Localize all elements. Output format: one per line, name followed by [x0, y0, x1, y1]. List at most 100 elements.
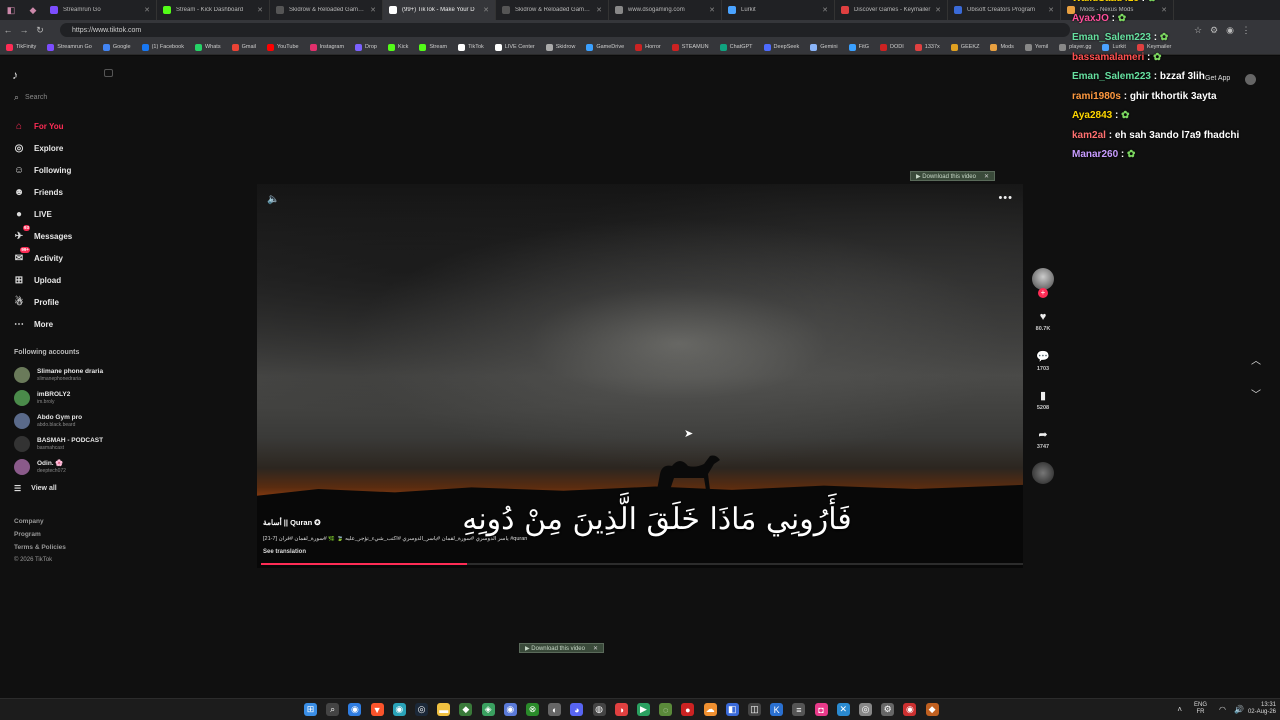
bookmark-item[interactable]: Mods: [990, 43, 1014, 51]
tab-close-icon[interactable]: ✕: [709, 6, 715, 14]
tiktok-logo-icon[interactable]: ♪: [12, 68, 18, 82]
bookmark-item[interactable]: FitG: [848, 43, 869, 51]
url-field[interactable]: https://www.tiktok.com: [60, 23, 1070, 37]
window-menu-icon[interactable]: ◧: [4, 3, 18, 17]
sidebar-item-messages[interactable]: ✈ 93 Messages: [12, 225, 72, 243]
video-player[interactable]: فَأَرُونِي مَاذَا خَلَقَ الَّذِينَ مِنْ …: [257, 184, 1023, 568]
bookmark-item[interactable]: Skidrow: [545, 43, 575, 51]
app-icon[interactable]: ●: [681, 703, 695, 716]
edge-browser-icon[interactable]: ◉: [348, 703, 362, 716]
app-icon[interactable]: ◉: [503, 703, 517, 716]
tab-close-icon[interactable]: ✕: [144, 6, 150, 14]
clock[interactable]: 13:31 02-Aug-26: [1248, 702, 1276, 716]
app-icon[interactable]: ☁: [703, 703, 717, 716]
browser-tab[interactable]: Skidrow & Reloaded Games - ✕: [270, 0, 383, 20]
app-icon[interactable]: ◈: [481, 703, 495, 716]
follow-plus-button[interactable]: +: [1038, 288, 1048, 298]
app-icon[interactable]: ◌: [659, 703, 673, 716]
save-button[interactable]: ▮ 5208: [1031, 389, 1055, 411]
following-account[interactable]: imBROLY2 im.broly: [14, 390, 70, 406]
browser-tab[interactable]: Lurkit ✕: [722, 0, 835, 20]
sidebar-item-following[interactable]: ☺ Following: [12, 163, 71, 177]
search-input[interactable]: ⌕ Search: [14, 92, 47, 103]
bookmark-item[interactable]: Streamrun Go: [47, 43, 92, 51]
sidebar-item-upload[interactable]: ⊞ Upload: [12, 273, 61, 287]
search-icon[interactable]: ⌕: [326, 703, 340, 716]
bookmark-item[interactable]: DeepSeek: [763, 43, 799, 51]
sidebar-item-live[interactable]: ● LIVE: [12, 207, 52, 221]
video-author[interactable]: أسامة || Quran ✪: [263, 518, 321, 527]
share-button[interactable]: ➦ 3747: [1031, 428, 1055, 450]
app-icon[interactable]: K: [770, 703, 784, 716]
chevron-down-icon[interactable]: ﹀: [1251, 386, 1261, 401]
back-button[interactable]: ←: [0, 25, 16, 35]
view-all-button[interactable]: ☰ View all: [14, 484, 57, 493]
browser-tab[interactable]: Discover Games - Keymailer ✕: [835, 0, 948, 20]
bookmark-item[interactable]: Gemini: [810, 43, 838, 51]
browser-tab[interactable]: (99+) TikTok - Make Your D ✕: [383, 0, 496, 20]
app-icon[interactable]: ≡: [792, 703, 806, 716]
close-icon[interactable]: ✕: [984, 173, 989, 180]
tab-search-icon[interactable]: ◆: [26, 3, 40, 17]
bookmark-item[interactable]: Drop: [355, 43, 377, 51]
browser-tab[interactable]: Stream - Kick Dashboard ✕: [157, 0, 270, 20]
app-icon[interactable]: ◎: [859, 703, 872, 716]
following-account[interactable]: Abdo Gym pro abdo.black.beard: [14, 413, 82, 429]
bookmark-item[interactable]: Horror: [635, 43, 661, 51]
chrome-browser-icon[interactable]: ◉: [392, 703, 406, 716]
footer-terms-link[interactable]: Terms & Policies: [14, 544, 66, 551]
file-explorer-icon[interactable]: ▬: [437, 703, 451, 716]
browser-tab[interactable]: Skidrow & Reloaded Games - ✕: [496, 0, 609, 20]
download-video-bar-bottom[interactable]: ▶ Download this video ✕: [519, 643, 605, 653]
following-account[interactable]: Slimane phone draria slimanephonedraria: [14, 367, 103, 383]
bookmark-item[interactable]: GEEKZ: [950, 43, 979, 51]
footer-program-link[interactable]: Program: [14, 531, 41, 538]
reload-button[interactable]: ↻: [32, 25, 48, 36]
tab-close-icon[interactable]: ✕: [257, 6, 263, 14]
tab-close-icon[interactable]: ✕: [483, 6, 489, 14]
steam-icon[interactable]: ◎: [415, 703, 428, 716]
app-icon[interactable]: ✕: [836, 703, 850, 716]
more-options-icon[interactable]: •••: [998, 192, 1013, 204]
music-disc-icon[interactable]: [1032, 462, 1054, 484]
see-translation-link[interactable]: See translation: [263, 549, 306, 555]
bookmark-item[interactable]: GameDrive: [586, 43, 624, 51]
volume-tray-icon[interactable]: 🔊: [1234, 705, 1244, 714]
wifi-icon[interactable]: ◠: [1219, 705, 1226, 714]
app-icon[interactable]: ◫: [748, 703, 761, 716]
tab-close-icon[interactable]: ✕: [822, 6, 828, 14]
app-icon[interactable]: ▶: [637, 703, 650, 716]
sidebar-item-activity[interactable]: ✉ 99+ Activity: [12, 247, 63, 265]
bookmark-item[interactable]: Whats: [194, 43, 221, 51]
app-icon[interactable]: ◉: [903, 703, 917, 716]
sidebar-item-for-you[interactable]: ⌂ For You: [12, 119, 64, 133]
bookmark-item[interactable]: Kick: [387, 43, 408, 51]
app-icon[interactable]: ◍: [592, 703, 606, 716]
app-icon[interactable]: ◑: [614, 703, 628, 716]
tab-close-icon[interactable]: ✕: [596, 6, 602, 14]
bookmark-item[interactable]: DODI: [880, 43, 904, 51]
app-icon[interactable]: ◆: [459, 703, 473, 716]
bookmark-item[interactable]: Google: [102, 43, 131, 51]
bookmark-item[interactable]: STEAMUN: [671, 43, 709, 51]
collapse-sidebar-button[interactable]: [104, 69, 113, 77]
bookmark-item[interactable]: (1) Facebook: [141, 43, 184, 51]
start-icon[interactable]: ⊞: [304, 703, 317, 716]
bookmark-item[interactable]: Gmail: [231, 43, 256, 51]
bookmark-item[interactable]: Yemil: [1024, 43, 1048, 51]
bookmark-item[interactable]: Stream: [419, 43, 447, 51]
following-account[interactable]: Odin. 🌸 deeptech072: [14, 459, 66, 475]
volume-icon[interactable]: 🔈: [267, 194, 279, 205]
bookmark-item[interactable]: TikTok: [458, 43, 484, 51]
tab-close-icon[interactable]: ✕: [370, 6, 376, 14]
browser-tab[interactable]: Ubisoft Creators Program ✕: [948, 0, 1061, 20]
settings-icon[interactable]: ⚙: [881, 703, 895, 716]
like-button[interactable]: ♥ 80.7K: [1031, 311, 1055, 332]
footer-company-link[interactable]: Company: [14, 518, 44, 525]
brave-browser-icon[interactable]: ▼: [370, 703, 384, 716]
chevron-up-icon[interactable]: ︿: [1251, 352, 1261, 367]
app-icon[interactable]: ◆: [925, 703, 939, 716]
sidebar-item-explore[interactable]: ◎ Explore: [12, 141, 64, 155]
sidebar-item-more[interactable]: ⋯ More: [12, 317, 53, 331]
app-icon[interactable]: ◘: [814, 703, 828, 716]
